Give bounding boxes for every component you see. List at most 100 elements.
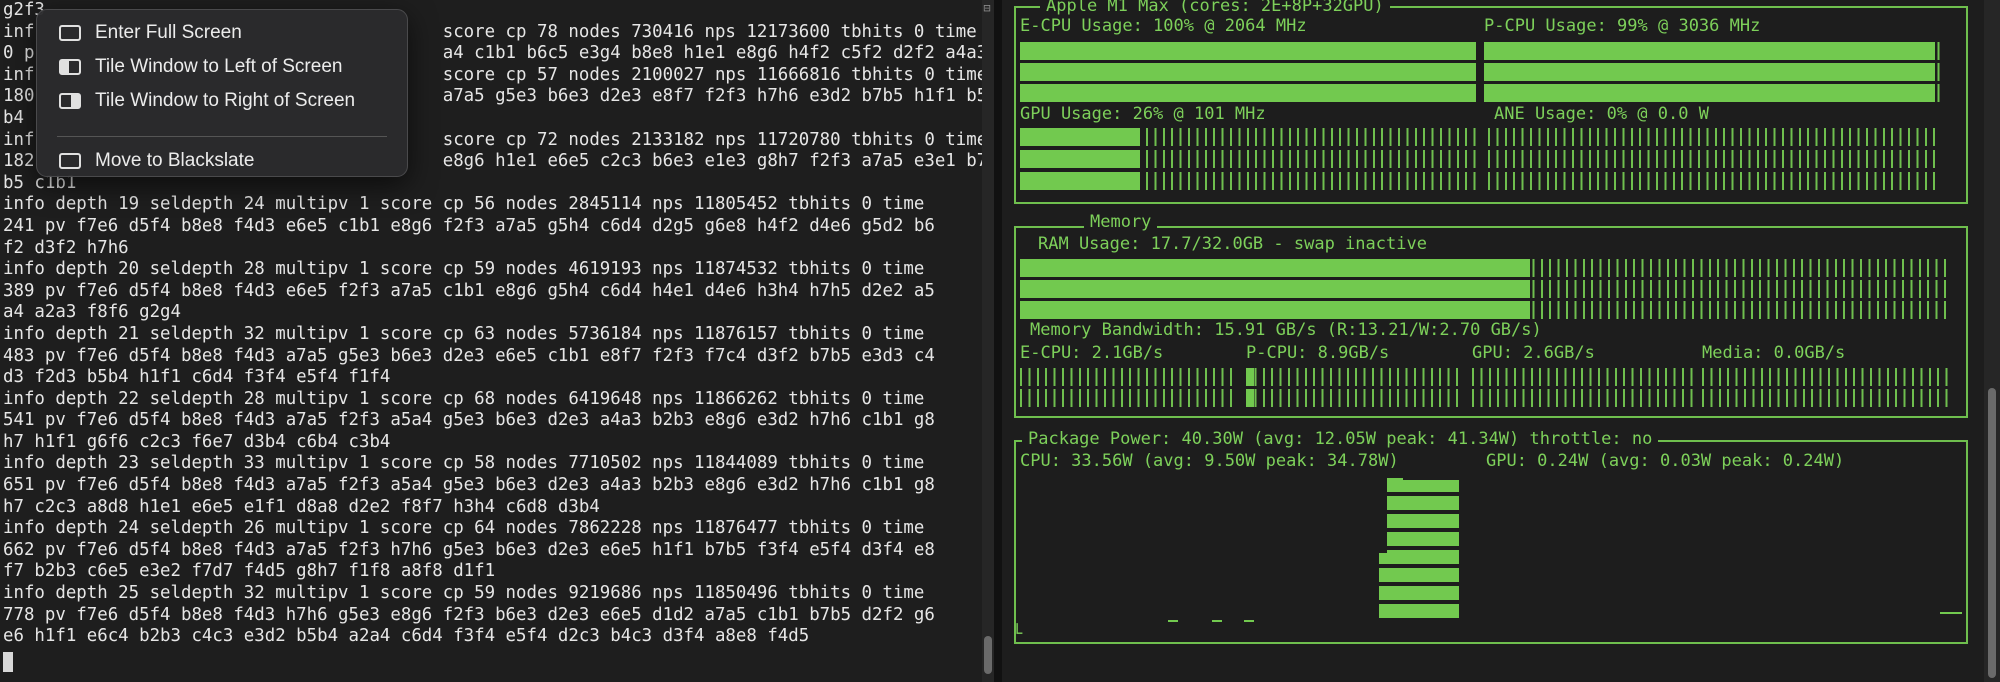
ecpu-bw-meter	[1020, 368, 1238, 386]
power-bar-baseline-tick	[1244, 620, 1254, 622]
terminal-line: info depth 22 seldepth 28 multipv 1 scor…	[3, 388, 925, 409]
power-bar-segment	[1451, 550, 1459, 564]
fullscreen-icon	[59, 25, 81, 41]
display-icon	[59, 153, 81, 169]
terminal-line: info depth 23 seldepth 33 multipv 1 scor…	[3, 453, 925, 474]
power-bar-segment	[1443, 586, 1451, 600]
menu-item-enter-full-screen[interactable]: Enter Full Screen	[45, 18, 399, 48]
terminal-line: a4 a2a3 f8f6 g2g4	[3, 302, 181, 323]
power-bar-segment	[1411, 480, 1419, 492]
menu-item-tile-right[interactable]: Tile Window to Right of Screen	[45, 86, 399, 116]
power-bar-segment	[1395, 586, 1403, 600]
power-bar-segment	[1451, 568, 1459, 582]
power-bar-segment	[1427, 496, 1435, 510]
terminal-cursor	[3, 652, 13, 672]
power-bar-segment	[1411, 586, 1419, 600]
terminal-line: h7 h1f1 g6f6 c2c3 f6e7 d3b4 c6b4 c3b4	[3, 431, 391, 452]
power-bar-segment	[1403, 496, 1411, 510]
menu-item-label: Tile Window to Right of Screen	[95, 90, 356, 111]
power-bar-segment	[1443, 550, 1451, 564]
ane-usage-label: ANE Usage: 0% @ 0.0 W	[1494, 104, 1709, 124]
gpu-bw-meter	[1472, 368, 1694, 386]
terminal-line: info depth 21 seldepth 32 multipv 1 scor…	[3, 323, 925, 344]
power-bar-segment	[1403, 532, 1411, 546]
power-bar-segment	[1443, 496, 1451, 510]
media-bw-meter	[1702, 368, 1950, 386]
terminal-line: info depth 25 seldepth 32 multipv 1 scor…	[3, 583, 925, 604]
power-bar-segment	[1379, 604, 1387, 618]
ane-meter-3	[1488, 172, 1936, 190]
power-bar-segment	[1419, 480, 1427, 492]
menu-item-label: Move to Blackslate	[95, 150, 255, 171]
processor-title: Apple M1 Max (cores: 2E+8P+32GPU)	[1040, 0, 1390, 16]
power-bar-segment	[1379, 553, 1387, 564]
terminal-line: info depth 20 seldepth 28 multipv 1 scor…	[3, 259, 925, 280]
power-bar-segment	[1387, 568, 1395, 582]
power-bar-segment	[1395, 532, 1403, 546]
power-bar-segment	[1419, 496, 1427, 510]
menu-item-move-to-display[interactable]: Move to Blackslate	[45, 146, 399, 176]
power-bar-segment	[1427, 568, 1435, 582]
left-scrollbar-thumb[interactable]	[984, 636, 992, 674]
power-bar-segment	[1403, 604, 1411, 618]
power-bar-segment	[1443, 532, 1451, 546]
tile-left-icon	[59, 59, 81, 75]
power-bar-segment	[1427, 480, 1435, 492]
terminal-line: info depth 19 seldepth 24 multipv 1 scor…	[3, 194, 925, 215]
power-bar-segment	[1419, 514, 1427, 528]
power-bar-segment	[1387, 496, 1395, 510]
gpu-meter	[1020, 128, 1480, 146]
power-bar-segment	[1411, 496, 1419, 510]
power-bar-segment	[1387, 604, 1395, 618]
power-bar-segment	[1411, 604, 1419, 618]
power-bar-baseline-tick	[1168, 620, 1178, 622]
power-bar-segment	[1427, 514, 1435, 528]
terminal-line: 483 pv f7e6 d5f4 b8e8 f4d3 a7a5 g5e3 b6e…	[3, 345, 935, 366]
ecpu-meter	[1020, 42, 1476, 60]
power-bar-segment	[1387, 478, 1395, 492]
power-bar-segment	[1443, 480, 1451, 492]
pcpu-bandwidth-label: P-CPU: 8.9GB/s	[1246, 343, 1390, 363]
gpu-usage-label: GPU Usage: 26% @ 101 MHz	[1020, 104, 1266, 124]
menu-item-tile-left[interactable]: Tile Window to Left of Screen	[45, 52, 399, 82]
ram-meter-2	[1020, 280, 1948, 298]
power-bar-segment	[1435, 480, 1443, 492]
power-bar-segment	[1387, 550, 1395, 564]
media-bandwidth-label: Media: 0.0GB/s	[1702, 343, 1846, 363]
terminal-line: e6 h1f1 e6c4 b2b3 c4c3 e3d2 b5b4 a2a4 c6…	[3, 626, 810, 647]
power-bar-segment	[1443, 514, 1451, 528]
power-bar-segment	[1395, 514, 1403, 528]
tile-right-icon	[59, 93, 81, 109]
left-scrollbar[interactable]	[982, 0, 994, 682]
power-bar-segment	[1451, 586, 1459, 600]
power-bar-baseline-tick	[1212, 620, 1222, 622]
power-bar-segment	[1451, 514, 1459, 528]
ram-meter-3	[1020, 301, 1948, 319]
power-bar-segment	[1411, 532, 1419, 546]
power-bar-segment	[1435, 532, 1443, 546]
power-bar-segment	[1427, 532, 1435, 546]
ram-meter	[1020, 259, 1948, 277]
power-bar-segment	[1395, 568, 1403, 582]
pane-divider[interactable]	[994, 0, 1002, 682]
package-power-title: Package Power: 40.30W (avg: 12.05W peak:…	[1022, 429, 1659, 449]
media-bw-meter-2	[1702, 389, 1950, 407]
window-context-menu: Enter Full Screen Tile Window to Left of…	[36, 9, 408, 177]
power-bar-segment	[1403, 550, 1411, 564]
cpu-power-label: CPU: 33.56W (avg: 9.50W peak: 34.78W)	[1020, 451, 1399, 471]
right-terminal-pane[interactable]: Apple M1 Max (cores: 2E+8P+32GPU) E-CPU …	[1002, 0, 1984, 682]
pcpu-meter-2	[1484, 63, 1940, 81]
gpu-bandwidth-label: GPU: 2.6GB/s	[1472, 343, 1595, 363]
gpu-bw-meter-2	[1472, 389, 1694, 407]
terminal-line: d3 f2d3 b5b4 h1f1 c6d4 f3f4 e5f4 f1f4	[3, 367, 391, 388]
power-bar-segment	[1379, 568, 1387, 582]
terminal-line: f2 d3f2 h7h6	[3, 237, 129, 258]
right-scrollbar[interactable]	[1984, 0, 2000, 682]
power-bar-segment	[1443, 568, 1451, 582]
power-bar-segment	[1387, 532, 1395, 546]
ecpu-meter-3	[1020, 84, 1476, 102]
terminal-line: 778 pv f7e6 d5f4 b8e8 f4d3 h7h6 g5e3 e8g…	[3, 604, 935, 625]
power-bar-segment	[1451, 532, 1459, 546]
right-scrollbar-thumb[interactable]	[1988, 388, 1996, 678]
ram-usage-label: RAM Usage: 17.7/32.0GB - swap inactive	[1038, 234, 1427, 254]
